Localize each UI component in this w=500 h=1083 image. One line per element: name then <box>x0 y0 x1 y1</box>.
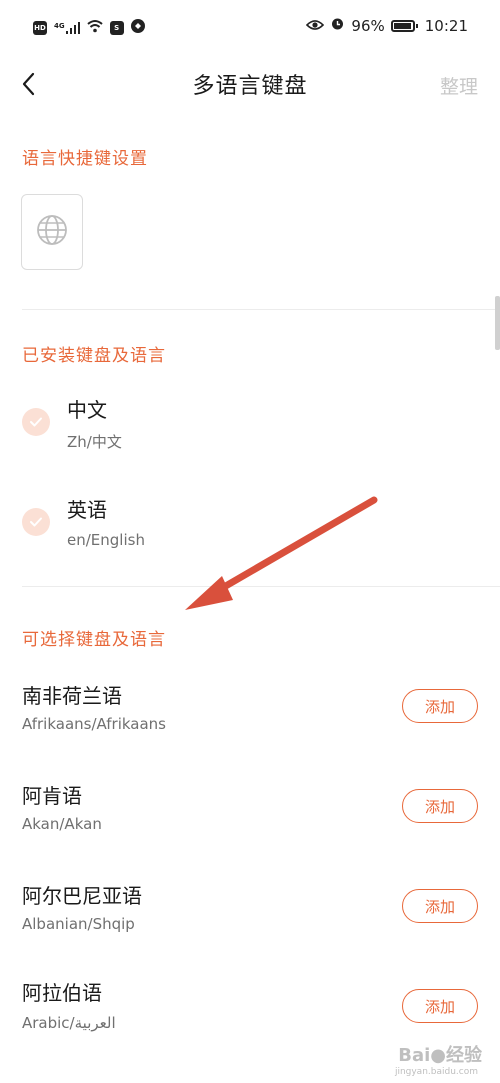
clock-time: 10:21 <box>424 16 468 35</box>
shield-notification-icon <box>130 18 145 37</box>
available-item-sub: Afrikaans/Afrikaans <box>22 715 166 733</box>
shortcut-section-title: 语言快捷键设置 <box>22 149 148 169</box>
installed-section-title: 已安装键盘及语言 <box>22 346 166 366</box>
hd-badge: HD <box>33 20 47 35</box>
add-button[interactable]: 添加 <box>402 689 478 723</box>
installed-item-check[interactable] <box>22 508 50 536</box>
status-left-icons: HD 4G S <box>33 18 145 37</box>
installed-item-name: 英语 <box>67 498 107 522</box>
organize-button[interactable]: 整理 <box>440 72 478 99</box>
available-item-name: 南非荷兰语 <box>22 684 122 708</box>
app-notification-icon: S <box>109 20 124 35</box>
page-title: 多语言键盘 <box>192 74 308 99</box>
available-item-sub: Arabic/العربية <box>22 1014 116 1032</box>
section-divider <box>22 309 500 310</box>
globe-icon <box>36 214 68 250</box>
available-item-name: 阿肯语 <box>22 784 82 808</box>
available-item-name: 阿拉伯语 <box>22 981 102 1005</box>
status-right-icons: 96% 10:21 <box>306 16 468 35</box>
status-bar: HD 4G S 96% 10:21 <box>0 0 500 56</box>
installed-item-name: 中文 <box>67 398 107 422</box>
language-shortcut-tile[interactable] <box>21 194 83 270</box>
scrollbar[interactable] <box>495 296 500 350</box>
add-button[interactable]: 添加 <box>402 889 478 923</box>
watermark-logo: Bai●经验 <box>398 1041 482 1067</box>
available-item-sub: Albanian/Shqip <box>22 915 135 933</box>
network-label: 4G <box>54 21 65 30</box>
watermark-brand: Bai <box>398 1045 431 1066</box>
installed-item-sub: Zh/中文 <box>67 433 122 451</box>
available-item-name: 阿尔巴尼亚语 <box>22 884 142 908</box>
add-button[interactable]: 添加 <box>402 789 478 823</box>
check-circle-icon <box>22 408 50 436</box>
available-section-title: 可选择键盘及语言 <box>22 630 166 650</box>
installed-item-sub: en/English <box>67 531 145 549</box>
watermark-suffix: 经验 <box>446 1045 482 1066</box>
installed-item-check[interactable] <box>22 408 50 436</box>
add-button[interactable]: 添加 <box>402 989 478 1023</box>
section-divider <box>22 586 500 587</box>
battery-percent: 96% <box>351 16 385 35</box>
battery-icon <box>390 19 418 32</box>
check-circle-icon <box>22 508 50 536</box>
wifi-icon <box>86 18 103 37</box>
available-item-sub: Akan/Akan <box>22 815 102 833</box>
paw-icon: ● <box>430 1045 446 1066</box>
signal-icon: 4G <box>54 21 80 34</box>
alarm-icon <box>330 16 345 35</box>
watermark-url: jingyan.baidu.com <box>394 1067 478 1077</box>
eye-icon <box>306 17 325 35</box>
